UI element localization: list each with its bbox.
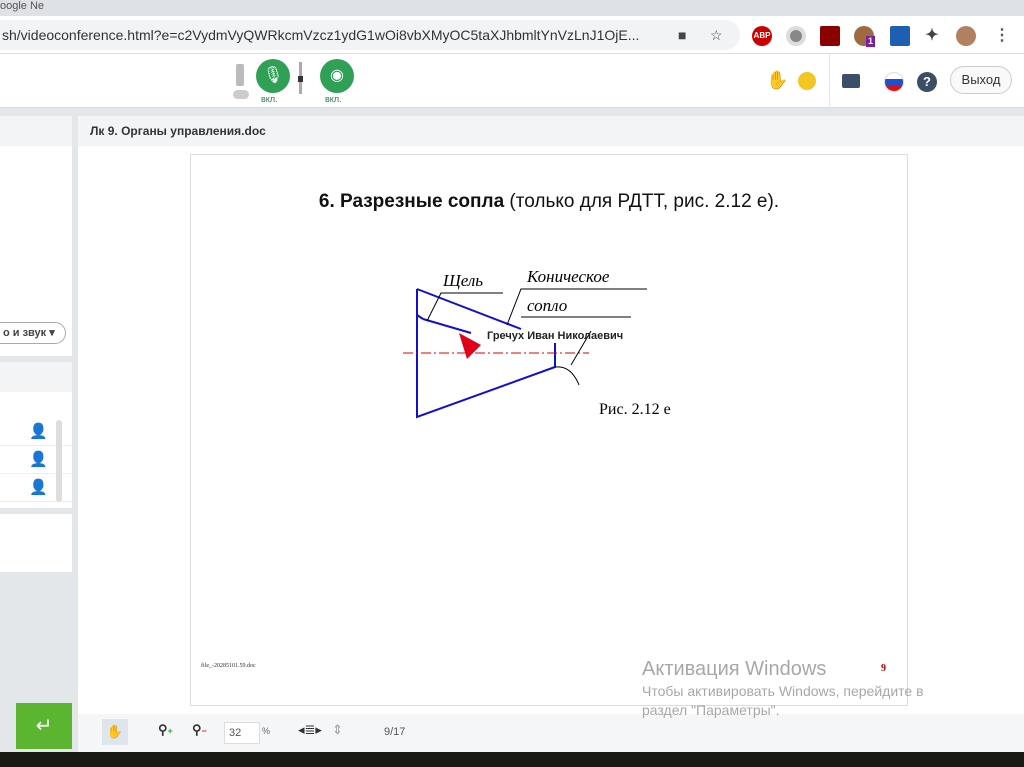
user-icon: 👤 <box>29 423 48 440</box>
fit-page-icon[interactable]: ⇕ <box>332 722 343 738</box>
select-label: о и звук <box>3 327 47 339</box>
watermark-title: Активация Windows <box>642 658 827 680</box>
translate-extension-icon[interactable] <box>890 26 910 46</box>
divider <box>829 54 830 108</box>
camera-button[interactable]: ◉ <box>320 59 354 93</box>
circle-extension-icon[interactable] <box>786 26 806 46</box>
tab-strip: oogle Ne <box>0 0 1024 16</box>
label-cone-2: сопло <box>527 296 568 315</box>
emoji-icon[interactable] <box>798 72 816 90</box>
exit-button[interactable]: Выход <box>950 66 1012 94</box>
camera-label: вкл. <box>325 94 342 104</box>
audio-video-select[interactable]: о и звук ▾ <box>0 322 66 344</box>
help-icon[interactable]: ? <box>917 72 937 92</box>
nozzle-diagram <box>403 288 647 419</box>
windows-activation-watermark: Активация Windows Чтобы активировать Win… <box>642 656 924 720</box>
mic-label: вкл. <box>261 94 278 104</box>
conference-toolbar: 🎙 вкл. ◉ вкл. ✋ ? Выход <box>0 54 1024 108</box>
page-footer: file_-20285101.59.doc <box>201 663 256 669</box>
label-cone-1: Коническое <box>527 267 610 286</box>
zoom-unit: % <box>262 726 271 736</box>
watermark-line1: Чтобы активировать Windows, перейдите в <box>642 683 924 699</box>
send-button[interactable]: ↵ <box>16 703 72 749</box>
chevron-down-icon: ▾ <box>49 327 55 339</box>
zoom-in-icon[interactable]: ⚲+ <box>158 722 173 738</box>
url-text: sh/videoconference.html?e=c2VydmVyQWRkcm… <box>2 27 640 43</box>
pdf-icon[interactable] <box>820 26 840 46</box>
address-bar-area: sh/videoconference.html?e=c2VydmVyQWRkcm… <box>0 16 1024 54</box>
language-flag-icon[interactable] <box>884 72 904 92</box>
folder-icon[interactable] <box>842 74 860 88</box>
mic-button[interactable]: 🎙 <box>256 59 290 93</box>
zoom-out-icon[interactable]: ⚲− <box>192 722 207 738</box>
avatar[interactable] <box>956 26 976 46</box>
document-viewer: Лк 9. Органы управления.doc 6. Разрезные… <box>78 116 1024 714</box>
puzzle-icon[interactable]: ✦ <box>922 26 942 46</box>
raise-hand-icon[interactable]: ✋ <box>766 70 788 91</box>
phone-icon[interactable] <box>236 64 244 86</box>
volume-slider[interactable] <box>298 62 303 94</box>
star-icon[interactable]: ☆ <box>710 20 723 50</box>
fit-width-icon[interactable]: ◂≣▸ <box>298 722 322 738</box>
menu-icon[interactable]: ⋮ <box>992 26 1012 46</box>
document-title: Лк 9. Органы управления.doc <box>78 116 1024 146</box>
camera-icon[interactable]: ■ <box>678 20 686 50</box>
chat-panel <box>0 514 72 572</box>
label-slot: Щель <box>443 271 484 290</box>
zoom-input[interactable]: 32 <box>224 722 260 744</box>
figure-caption: Рис. 2.12 е <box>599 401 671 418</box>
scrollbar[interactable] <box>56 420 62 502</box>
adblock-icon[interactable]: ABP <box>752 26 772 46</box>
browser-tab[interactable]: oogle Ne <box>0 0 44 12</box>
user-icon: 👤 <box>29 479 48 496</box>
taskbar <box>0 752 1024 767</box>
monkey-extension-icon[interactable]: 1 <box>854 26 876 47</box>
url-field[interactable]: sh/videoconference.html?e=c2VydmVyQWRkcm… <box>0 20 740 50</box>
participants-panel: 👤 👤 👤 <box>0 362 72 508</box>
user-icon: 👤 <box>29 451 48 468</box>
toggle-switch[interactable] <box>233 90 249 99</box>
hand-tool-icon[interactable]: ✋ <box>102 719 128 745</box>
watermark-line2: раздел "Параметры". <box>642 702 780 718</box>
cursor-pointer-icon <box>459 333 481 359</box>
document-page: 6. Разрезные сопла (только для РДТТ, рис… <box>190 154 908 706</box>
presenter-pointer-label: Гречух Иван Николаевич <box>487 330 624 342</box>
left-panel-video: о и звук ▾ <box>0 116 72 356</box>
extension-badge: 1 <box>866 36 876 47</box>
page-indicator: 9/17 <box>384 726 406 738</box>
